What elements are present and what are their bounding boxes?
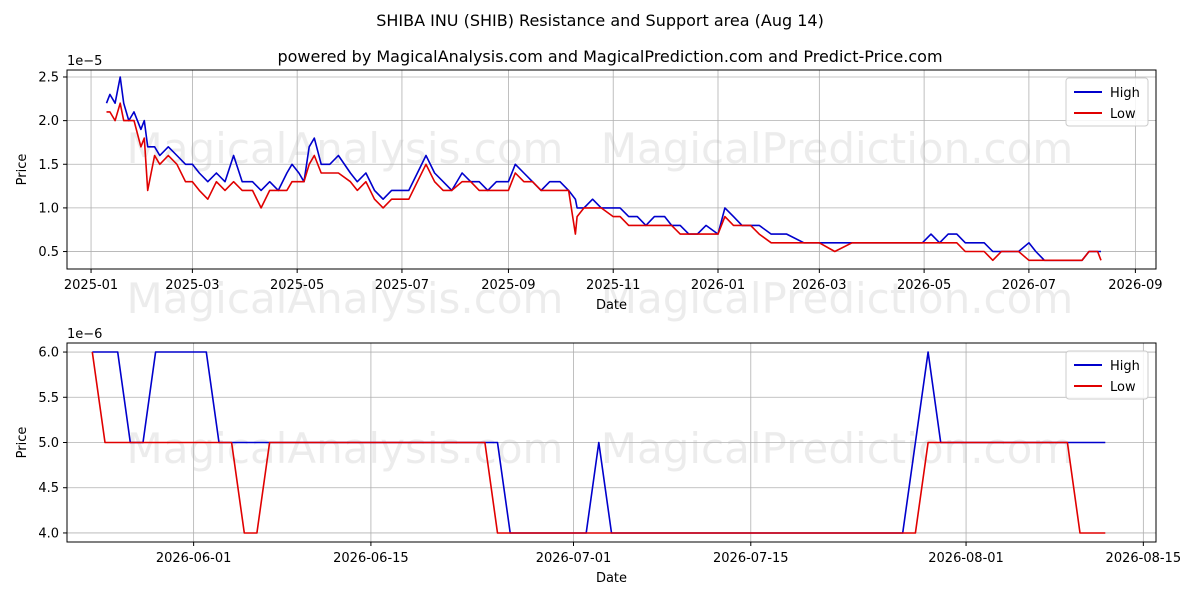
x-tick-label: 2026-01	[691, 278, 745, 293]
x-tick-label: 2026-06-01	[156, 551, 232, 566]
y-tick-label: 2.0	[38, 114, 59, 129]
x-tick-label: 2025-05	[270, 278, 324, 293]
y-tick-label: 0.5	[38, 245, 59, 260]
y-offset-label: 1e−6	[67, 327, 102, 342]
x-axis-label: Date	[596, 298, 627, 313]
x-tick-label: 2026-08-01	[928, 551, 1004, 566]
y-tick-label: 4.5	[38, 481, 59, 496]
legend: High Low	[1065, 77, 1149, 127]
y-tick-label: 5.5	[38, 391, 59, 406]
x-tick-label: 2025-03	[165, 278, 219, 293]
y-tick-label: 4.0	[38, 526, 59, 541]
legend-label-high: High	[1110, 86, 1140, 101]
x-tick-label: 2026-07-01	[536, 551, 612, 566]
x-tick-label: 2026-08-15	[1106, 551, 1182, 566]
y-axis-label: Price	[15, 427, 30, 459]
x-tick-label: 2025-11	[586, 278, 640, 293]
x-tick-label: 2026-03	[792, 278, 846, 293]
chart-title: SHIBA INU (SHIB) Resistance and Support …	[376, 11, 824, 30]
y-tick-label: 1.5	[38, 158, 59, 173]
y-tick-label: 1.0	[38, 201, 59, 216]
legend: High Low	[1065, 350, 1149, 400]
x-tick-label: 2025-09	[481, 278, 535, 293]
y-tick-label: 6.0	[38, 346, 59, 361]
watermark-bottom-right: MagicalPrediction.com	[601, 424, 1074, 473]
chart-canvas: SHIBA INU (SHIB) Resistance and Support …	[15, 11, 1182, 586]
x-tick-label: 2025-07	[375, 278, 429, 293]
y-axis-label: Price	[15, 154, 30, 186]
chart-figure: SHIBA INU (SHIB) Resistance and Support …	[0, 0, 1200, 600]
legend-label-low: Low	[1110, 380, 1136, 395]
x-axis-label: Date	[596, 571, 627, 586]
y-tick-label: 5.0	[38, 436, 59, 451]
y-tick-label: 2.5	[38, 70, 59, 85]
x-tick-label: 2026-09	[1108, 278, 1162, 293]
x-tick-label: 2025-01	[64, 278, 118, 293]
legend-label-low: Low	[1110, 107, 1136, 122]
x-tick-label: 2026-06-15	[333, 551, 409, 566]
x-tick-label: 2026-07	[1002, 278, 1056, 293]
legend-label-high: High	[1110, 359, 1140, 374]
y-offset-label: 1e−5	[67, 54, 102, 69]
chart-subtitle: powered by MagicalAnalysis.com and Magic…	[277, 47, 942, 66]
x-tick-label: 2026-05	[897, 278, 951, 293]
watermark-top-right: MagicalPrediction.com	[601, 124, 1074, 173]
x-tick-label: 2026-07-15	[713, 551, 789, 566]
